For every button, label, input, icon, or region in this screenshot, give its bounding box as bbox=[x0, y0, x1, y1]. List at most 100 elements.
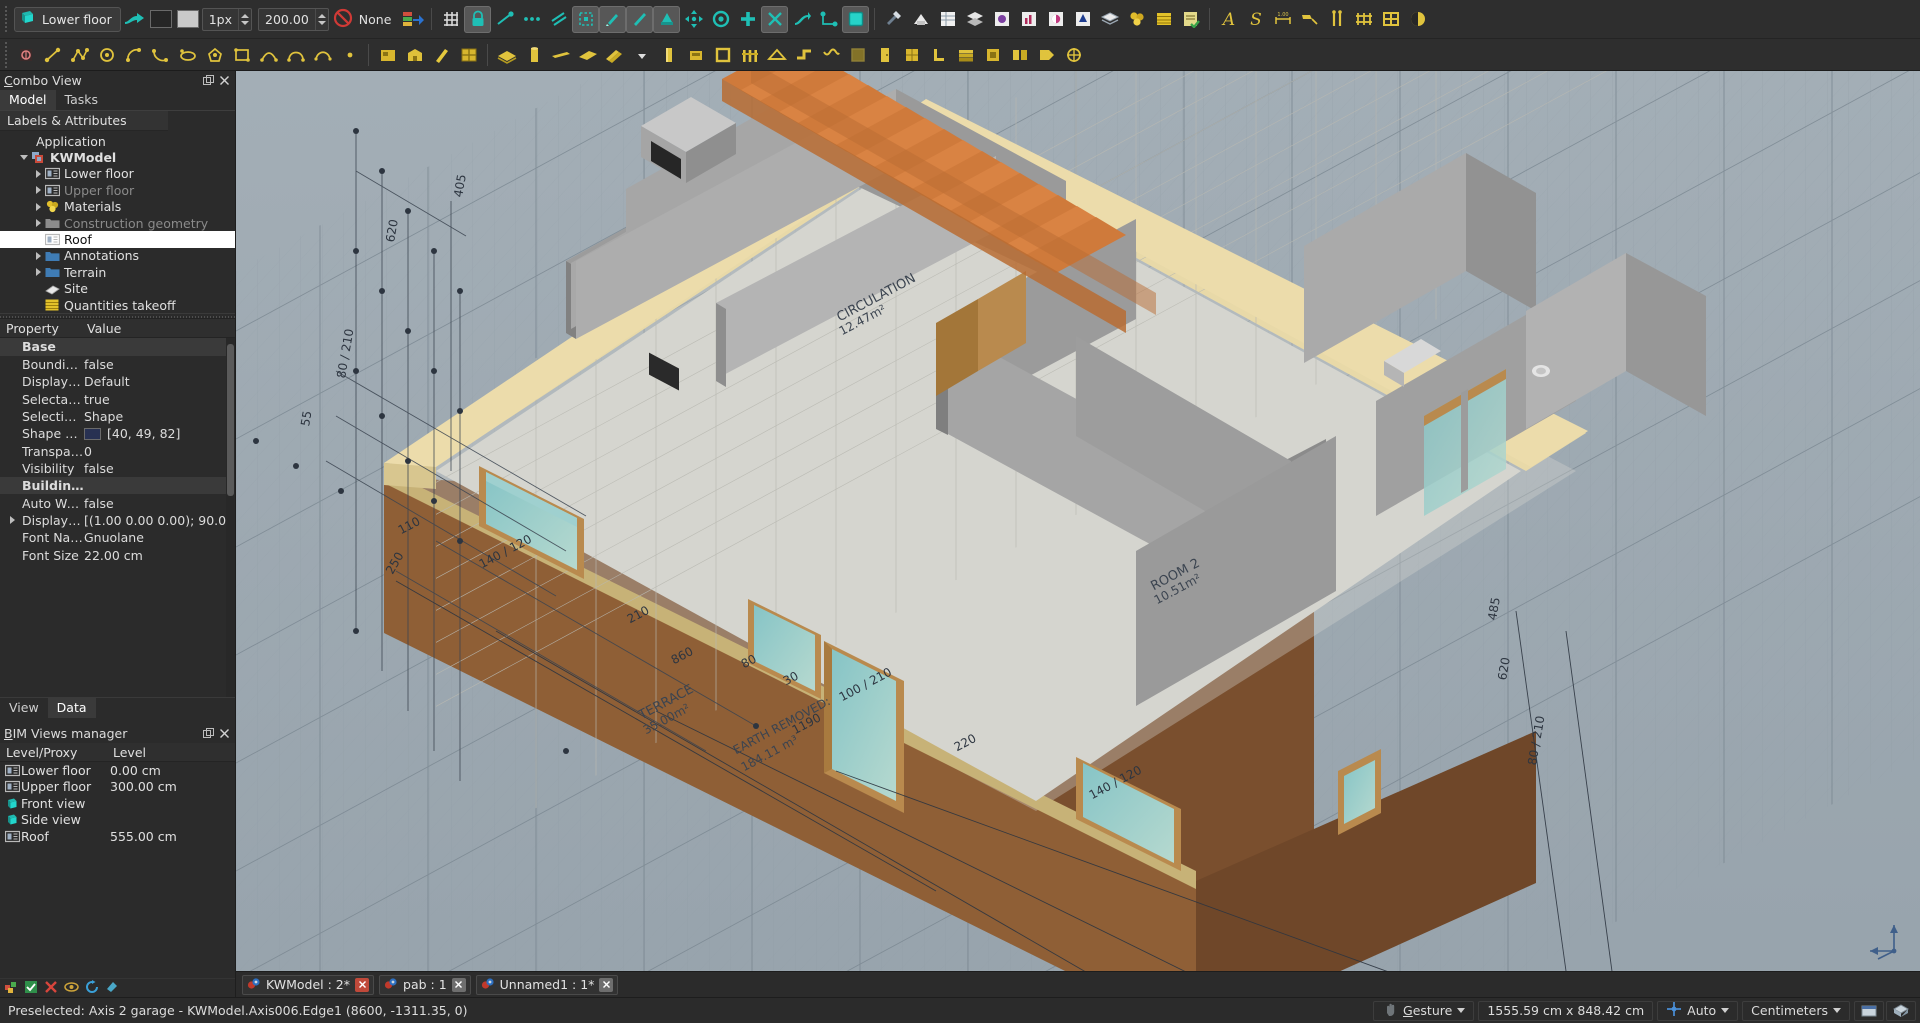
line-width-spinner[interactable]: 1px bbox=[202, 8, 252, 31]
wall-icon[interactable] bbox=[374, 41, 401, 68]
chevron-down-icon[interactable] bbox=[18, 155, 30, 160]
snap-ortho-icon[interactable] bbox=[653, 6, 680, 33]
chevron-right-icon[interactable] bbox=[10, 516, 15, 524]
line-color-swatch[interactable] bbox=[148, 6, 175, 33]
leader-icon[interactable] bbox=[1296, 6, 1323, 33]
close-icon[interactable] bbox=[599, 978, 613, 992]
bezier-cubic-icon[interactable] bbox=[309, 41, 336, 68]
beam-icon[interactable] bbox=[547, 41, 574, 68]
chevron-right-icon[interactable] bbox=[32, 268, 44, 276]
document-tab[interactable]: Unnamed1 : 1* bbox=[476, 975, 619, 995]
tree-item-quantities-takeoff[interactable]: Quantities takeoff bbox=[0, 297, 235, 313]
face-color-swatch[interactable] bbox=[175, 6, 202, 33]
property-row[interactable]: Selection St...Shape bbox=[0, 408, 226, 425]
property-value[interactable]: false bbox=[84, 461, 226, 476]
property-row[interactable]: Auto Worki...false bbox=[0, 494, 226, 511]
tree-item-upper-floor[interactable]: Upper floor bbox=[0, 182, 235, 198]
transparency-spinner[interactable]: 200.00 bbox=[258, 8, 329, 31]
polygon-icon[interactable] bbox=[201, 41, 228, 68]
layers-icon[interactable] bbox=[961, 6, 988, 33]
property-value[interactable]: false bbox=[84, 496, 226, 511]
property-row[interactable]: Building Part bbox=[0, 477, 226, 494]
close-status-icon[interactable] bbox=[44, 980, 58, 997]
refresh-status-icon[interactable] bbox=[85, 980, 99, 997]
section-plane-icon[interactable] bbox=[1404, 6, 1431, 33]
property-value[interactable]: 0 bbox=[84, 444, 226, 459]
chevron-right-icon[interactable] bbox=[32, 252, 44, 260]
lock-snap-icon[interactable] bbox=[464, 6, 491, 33]
circle-icon[interactable] bbox=[93, 41, 120, 68]
tab-model[interactable]: Model bbox=[0, 90, 56, 110]
survey-icon[interactable] bbox=[1060, 41, 1087, 68]
dimension-icon[interactable]: 1.00 bbox=[1269, 6, 1296, 33]
bezier-icon[interactable] bbox=[282, 41, 309, 68]
property-row[interactable]: Selectabletrue bbox=[0, 390, 226, 407]
tab-data[interactable]: Data bbox=[48, 698, 96, 718]
check-icon[interactable] bbox=[1177, 6, 1204, 33]
snap-dimension-icon[interactable] bbox=[626, 6, 653, 33]
stairs-icon[interactable] bbox=[574, 41, 601, 68]
shape-text-icon[interactable]: S bbox=[1242, 6, 1269, 33]
property-row[interactable]: Transparency0 bbox=[0, 442, 226, 459]
property-value[interactable]: Default bbox=[84, 374, 226, 389]
structure-icon[interactable] bbox=[428, 41, 455, 68]
property-row[interactable]: Font Size22.00 cm bbox=[0, 546, 226, 563]
bim-view-row[interactable]: Front view bbox=[0, 795, 235, 812]
document-tab[interactable]: KWModel : 2* bbox=[242, 975, 374, 995]
panel-icon[interactable] bbox=[655, 41, 682, 68]
eye-status-icon[interactable] bbox=[64, 980, 79, 997]
polyline-icon[interactable] bbox=[66, 41, 93, 68]
property-value[interactable]: [(1.00 0.00 0.00); 90.00 deg... bbox=[84, 513, 226, 528]
curtainwall-icon[interactable] bbox=[898, 41, 925, 68]
unit-chevron-down-icon[interactable] bbox=[1833, 1008, 1841, 1013]
multi-material-icon[interactable] bbox=[952, 41, 979, 68]
color-swatch[interactable] bbox=[84, 428, 101, 440]
property-value[interactable]: Gnuolane bbox=[84, 530, 226, 545]
snap-endpoint-icon[interactable] bbox=[491, 6, 518, 33]
dropdown-icon[interactable] bbox=[628, 41, 655, 68]
project-icon[interactable] bbox=[1069, 6, 1096, 33]
property-row[interactable]: Display ModeDefault bbox=[0, 373, 226, 390]
transparency-arrows[interactable] bbox=[315, 9, 328, 30]
tree-item-kwmodel[interactable]: KWModel bbox=[0, 149, 235, 165]
spreadsheet-icon[interactable] bbox=[1150, 6, 1177, 33]
tree-item-roof[interactable]: Roof bbox=[0, 231, 235, 247]
fence-icon[interactable] bbox=[736, 41, 763, 68]
chevron-down-icon[interactable] bbox=[1457, 1008, 1465, 1013]
bim-view-row[interactable]: Side view bbox=[0, 812, 235, 829]
tree-item-lower-floor[interactable]: Lower floor bbox=[0, 166, 235, 182]
bim-float-icon[interactable] bbox=[202, 727, 215, 740]
close-icon[interactable] bbox=[218, 74, 231, 87]
property-row[interactable]: Visibilityfalse bbox=[0, 460, 226, 477]
trim-icon[interactable] bbox=[788, 6, 815, 33]
door-icon[interactable] bbox=[871, 41, 898, 68]
line-icon[interactable] bbox=[39, 41, 66, 68]
auto-chevron-down-icon[interactable] bbox=[1721, 1008, 1729, 1013]
bim-view-row[interactable]: Lower floor0.00 cm bbox=[0, 762, 235, 779]
3d-viewport[interactable]: CIRCULATION12.47m²ROOM 210.51m²TERRACE35… bbox=[236, 71, 1920, 997]
nav-style-selector[interactable]: Gesture bbox=[1373, 1001, 1474, 1021]
chevron-right-icon[interactable] bbox=[32, 186, 44, 194]
offset-icon[interactable] bbox=[815, 6, 842, 33]
window-icon-2[interactable] bbox=[455, 41, 482, 68]
material-none-button[interactable]: None bbox=[333, 8, 392, 31]
property-value[interactable]: Shape bbox=[84, 409, 226, 424]
equipment-icon[interactable] bbox=[682, 41, 709, 68]
axis-icon[interactable] bbox=[1323, 6, 1350, 33]
snap-midpoint-icon[interactable] bbox=[518, 6, 545, 33]
snap-working-plane-icon[interactable] bbox=[599, 6, 626, 33]
toolbar2-grip[interactable] bbox=[3, 42, 10, 68]
document-tab[interactable]: pab : 1 bbox=[379, 975, 471, 995]
tree-item-materials[interactable]: Materials bbox=[0, 199, 235, 215]
fit-all-icon[interactable] bbox=[1854, 1001, 1884, 1021]
frame-icon[interactable] bbox=[709, 41, 736, 68]
point-icon[interactable] bbox=[336, 41, 363, 68]
property-grid[interactable]: BaseBounding B...falseDisplay ModeDefaul… bbox=[0, 338, 226, 697]
bim-view-row[interactable]: Upper floor300.00 cm bbox=[0, 779, 235, 796]
close-icon[interactable] bbox=[452, 978, 466, 992]
property-scrollbar[interactable] bbox=[226, 338, 235, 697]
arc-icon[interactable] bbox=[120, 41, 147, 68]
tree-item-site[interactable]: Site bbox=[0, 281, 235, 297]
views-icon[interactable] bbox=[1042, 6, 1069, 33]
property-row[interactable]: Font NameGnuolane bbox=[0, 529, 226, 546]
